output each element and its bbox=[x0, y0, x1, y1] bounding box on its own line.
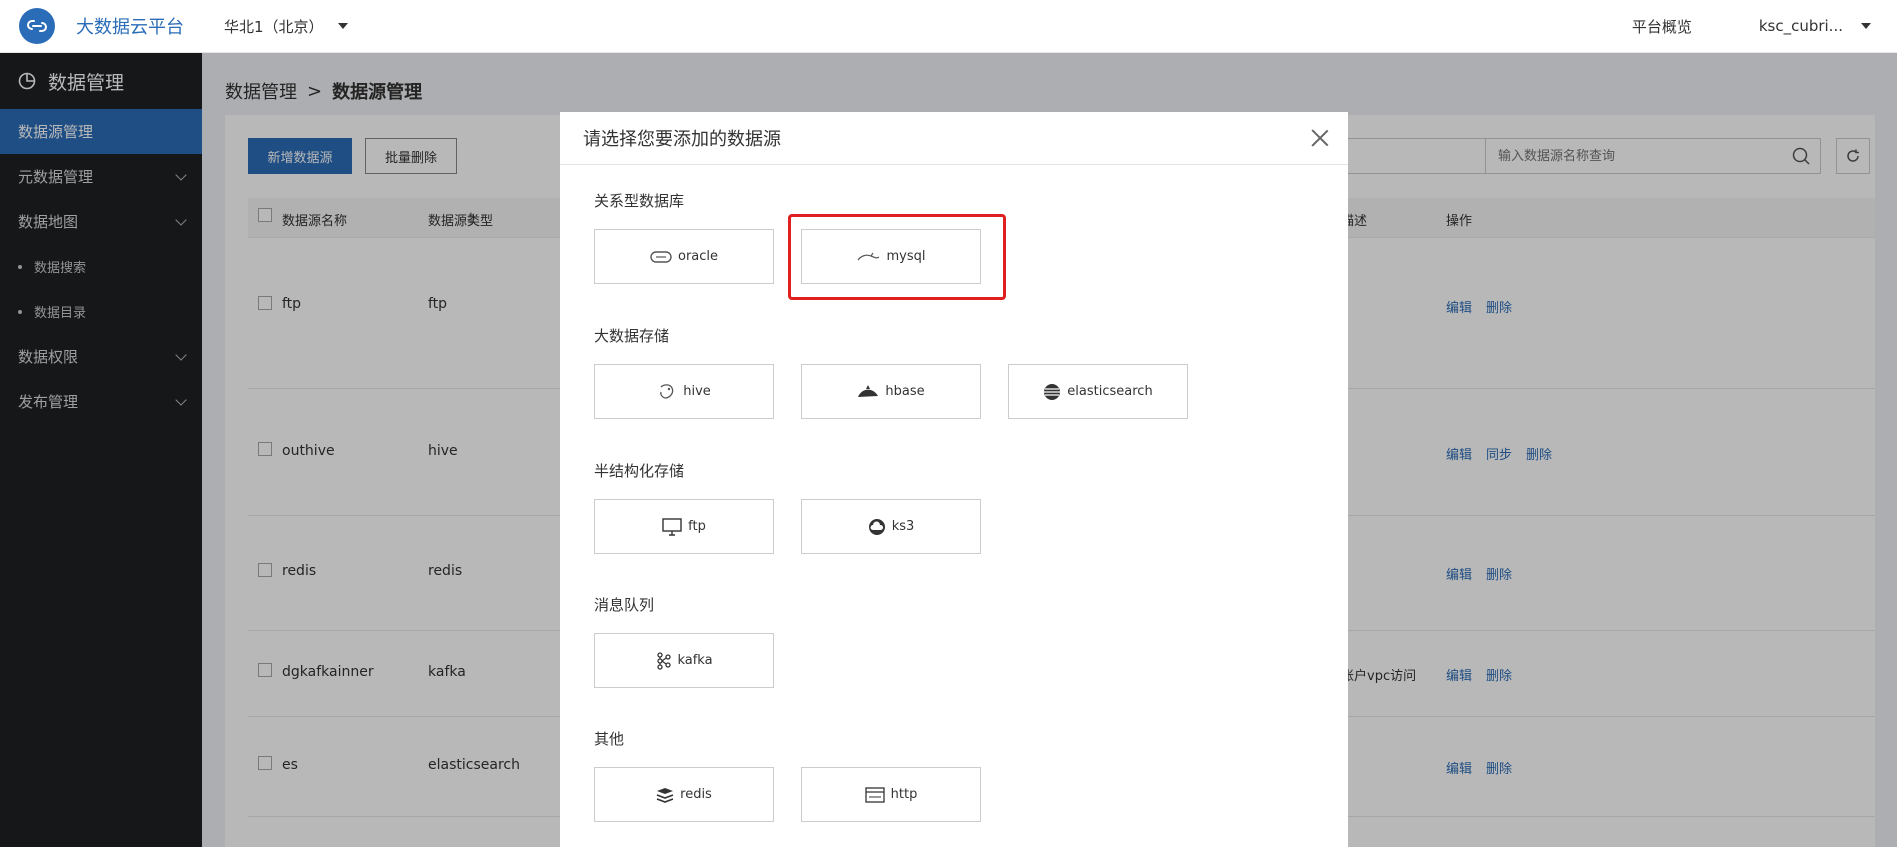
datasource-option-hbase[interactable]: hbase bbox=[801, 364, 981, 419]
datasource-option-ftp[interactable]: ftp bbox=[594, 499, 774, 554]
group-title-relational: 关系型数据库 bbox=[594, 192, 685, 210]
hbase-orca-icon bbox=[858, 384, 879, 397]
elasticsearch-icon bbox=[1044, 383, 1061, 400]
cloud-logo-icon[interactable] bbox=[19, 8, 55, 44]
platform-overview-link[interactable]: 平台概览 bbox=[1632, 16, 1692, 37]
caret-down-icon bbox=[1861, 23, 1871, 29]
datasource-option-elasticsearch[interactable]: elasticsearch bbox=[1008, 364, 1188, 419]
region-selector[interactable]: 华北1（北京） bbox=[224, 16, 348, 37]
datasource-option-ks3[interactable]: ks3 bbox=[801, 499, 981, 554]
group-title-semistructured: 半结构化存储 bbox=[594, 462, 685, 480]
http-icon bbox=[865, 786, 885, 803]
group-title-bigdata: 大数据存储 bbox=[594, 327, 670, 345]
datasource-option-redis[interactable]: redis bbox=[594, 767, 774, 822]
oracle-icon bbox=[650, 250, 672, 263]
cloud-storage-icon bbox=[868, 518, 885, 535]
monitor-icon bbox=[662, 517, 682, 536]
region-label: 华北1（北京） bbox=[224, 17, 324, 36]
kafka-icon bbox=[657, 651, 672, 670]
group-title-other: 其他 bbox=[594, 730, 625, 748]
datasource-option-kafka[interactable]: kafka bbox=[594, 633, 774, 688]
caret-down-icon bbox=[337, 23, 348, 29]
datasource-option-hive[interactable]: hive bbox=[594, 364, 774, 419]
redis-stack-icon bbox=[656, 787, 674, 803]
close-icon[interactable] bbox=[1311, 129, 1329, 147]
datasource-option-oracle[interactable]: oracle bbox=[594, 229, 774, 284]
group-title-mq: 消息队列 bbox=[594, 596, 655, 614]
top-navbar: 大数据云平台 华北1（北京） 平台概览 ksc_cubri... bbox=[0, 0, 1897, 53]
datasource-picker-modal: 请选择您要添加的数据源 关系型数据库 oracle mysql 大数据存储 hi… bbox=[560, 112, 1348, 847]
datasource-option-http[interactable]: http bbox=[801, 767, 981, 822]
user-name: ksc_cubri... bbox=[1758, 17, 1843, 35]
brand-name[interactable]: 大数据云平台 bbox=[76, 13, 184, 39]
modal-header: 请选择您要添加的数据源 bbox=[560, 112, 1348, 165]
modal-title: 请选择您要添加的数据源 bbox=[583, 129, 781, 150]
user-menu[interactable]: ksc_cubri... bbox=[1759, 17, 1871, 35]
mysql-highlight-box bbox=[788, 214, 1006, 300]
hive-bee-icon bbox=[660, 383, 674, 399]
